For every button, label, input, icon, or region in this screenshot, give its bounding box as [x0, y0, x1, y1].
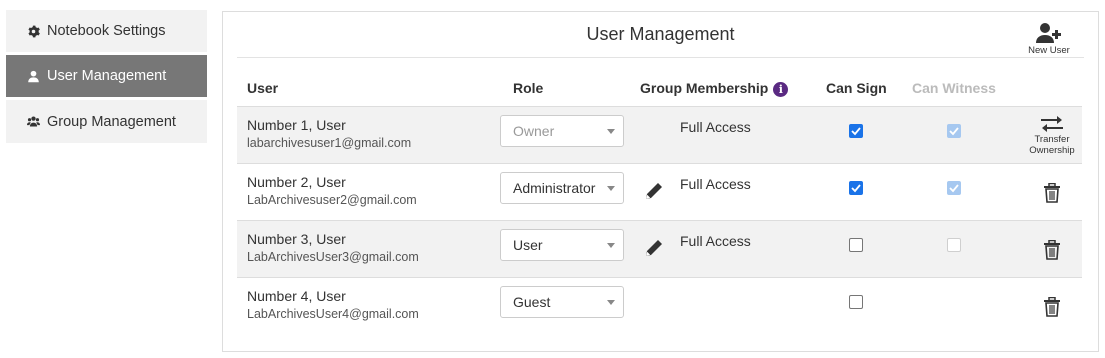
role-select[interactable]: Administrator: [500, 172, 624, 204]
header-group-membership: Group Membership i: [640, 80, 789, 97]
user-icon: [26, 69, 40, 83]
user-email: LabArchivesUser3@gmail.com: [247, 250, 419, 264]
chevron-down-icon: [607, 243, 615, 248]
table-row: Number 3, User LabArchivesUser3@gmail.co…: [237, 220, 1082, 277]
sidebar: Notebook Settings User Management Group …: [6, 10, 207, 146]
check-icon: [851, 127, 861, 136]
transfer-ownership-label: Transfer Ownership: [1029, 134, 1074, 156]
can-witness-checkbox: [947, 238, 961, 252]
header-role: Role: [513, 80, 544, 96]
add-user-icon: [1036, 23, 1061, 43]
trash-icon: [1044, 239, 1060, 260]
sidebar-item-group-management[interactable]: Group Management: [6, 100, 207, 143]
page-title: User Management: [586, 24, 735, 44]
role-select[interactable]: Guest: [500, 286, 624, 318]
pencil-icon[interactable]: [643, 237, 665, 259]
role-value: User: [513, 237, 543, 253]
role-value: Administrator: [513, 180, 596, 196]
sidebar-item-label: User Management: [47, 68, 167, 84]
can-sign-checkbox[interactable]: [849, 124, 863, 138]
check-icon: [949, 184, 959, 193]
transfer-label-line1: Transfer: [1034, 133, 1070, 145]
transfer-icon: [1041, 115, 1063, 132]
transfer-label-line2: Ownership: [1029, 144, 1075, 156]
can-witness-checkbox: [947, 181, 961, 195]
users-icon: [26, 115, 40, 129]
header-group-membership-label: Group Membership: [640, 80, 769, 96]
group-membership-value: Full Access: [680, 233, 751, 249]
transfer-ownership-button[interactable]: Transfer Ownership: [1017, 107, 1087, 164]
table-row: Number 4, User LabArchivesUser4@gmail.co…: [237, 277, 1082, 334]
group-membership-value: Full Access: [680, 119, 751, 135]
user-name: Number 1, User: [247, 117, 346, 133]
check-icon: [949, 127, 959, 136]
trash-icon: [1044, 182, 1060, 203]
table-row: Number 2, User LabArchivesuser2@gmail.co…: [237, 163, 1082, 220]
role-value: Guest: [513, 294, 551, 310]
user-name: Number 2, User: [247, 174, 346, 190]
role-value: Owner: [513, 123, 555, 139]
header-user: User: [247, 80, 279, 96]
table-header: User Role Group Membership i Can Sign Can…: [237, 80, 1080, 106]
chevron-down-icon: [607, 300, 615, 305]
user-name: Number 4, User: [247, 288, 346, 304]
header-can-sign: Can Sign: [826, 80, 887, 96]
new-user-button[interactable]: New User: [1024, 22, 1074, 56]
delete-user-button[interactable]: [1017, 278, 1087, 335]
user-email: LabArchivesuser2@gmail.com: [247, 193, 417, 207]
sidebar-item-label: Notebook Settings: [47, 23, 166, 39]
user-management-panel: User Management New User User Role Group…: [222, 11, 1099, 352]
check-icon: [851, 184, 861, 193]
can-sign-checkbox[interactable]: [849, 295, 863, 309]
can-sign-checkbox[interactable]: [849, 181, 863, 195]
info-icon[interactable]: i: [773, 82, 789, 97]
trash-icon: [1044, 296, 1060, 317]
role-select: Owner: [500, 115, 624, 147]
chevron-down-icon: [607, 186, 615, 191]
sidebar-item-notebook-settings[interactable]: Notebook Settings: [6, 10, 207, 52]
chevron-down-icon: [607, 129, 615, 134]
role-select[interactable]: User: [500, 229, 624, 261]
user-email: labarchivesuser1@gmail.com: [247, 136, 412, 150]
user-email: LabArchivesUser4@gmail.com: [247, 307, 419, 321]
sidebar-item-label: Group Management: [47, 113, 176, 130]
group-membership-value: Full Access: [680, 176, 751, 192]
delete-user-button[interactable]: [1017, 164, 1087, 221]
sidebar-item-user-management[interactable]: User Management: [6, 55, 207, 97]
can-witness-checkbox: [947, 124, 961, 138]
new-user-label: New User: [1028, 45, 1070, 56]
pencil-icon[interactable]: [643, 180, 665, 202]
gear-icon: [26, 24, 40, 38]
header-can-witness: Can Witness: [912, 80, 996, 96]
can-sign-checkbox[interactable]: [849, 238, 863, 252]
title-divider: [237, 57, 1084, 58]
user-name: Number 3, User: [247, 231, 346, 247]
table-row: Number 1, User labarchivesuser1@gmail.co…: [237, 106, 1082, 163]
delete-user-button[interactable]: [1017, 221, 1087, 278]
